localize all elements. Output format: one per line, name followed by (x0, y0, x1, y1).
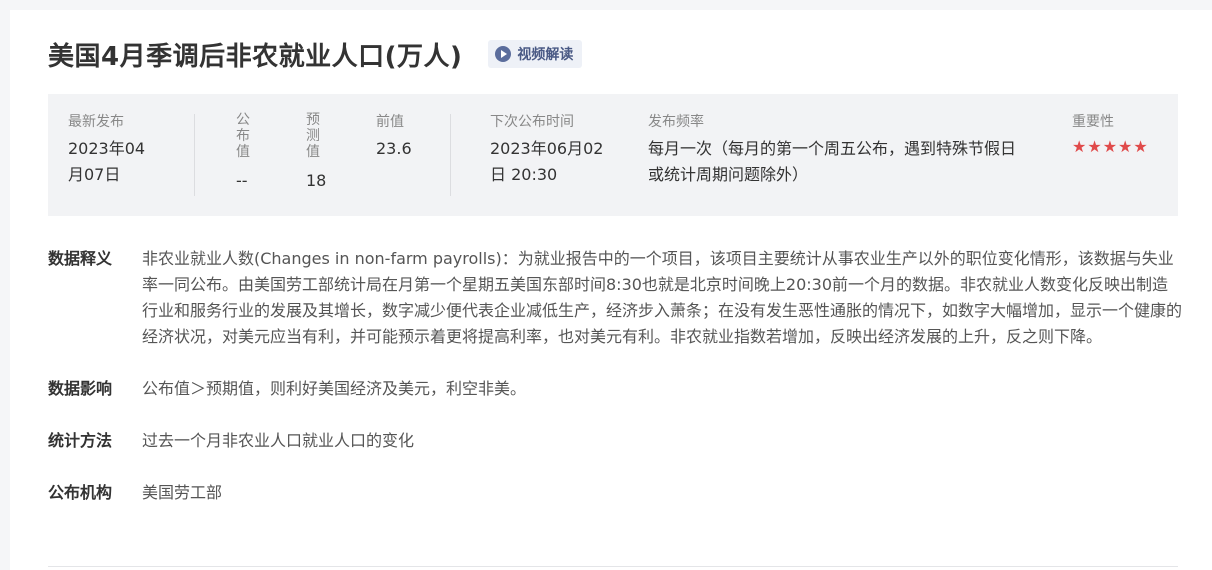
previous-value-block: 前值 23.6 (376, 112, 412, 162)
detail-agency: 公布机构 美国劳工部 (48, 480, 1184, 506)
detail-value: 美国劳工部 (142, 483, 223, 502)
divider (450, 114, 451, 196)
actual-value-label: 公布值 (236, 112, 250, 160)
importance-star-icons: ★★★★★ (1072, 137, 1149, 156)
video-interpretation-button[interactable]: 视频解读 (488, 40, 583, 68)
detail-value: 公布值＞预期值，则利好美国经济及美元，利空非美。 (142, 379, 527, 398)
divider (194, 114, 195, 196)
importance: 重要性 ★★★★★ (1072, 112, 1172, 156)
detail-key: 数据释义 (48, 249, 113, 268)
next-release-label: 下次公布时间 (490, 114, 574, 130)
actual-value: -- (236, 171, 248, 190)
previous-value: 23.6 (376, 139, 412, 158)
latest-release-value: 2023年04月07日 (68, 139, 146, 184)
forecast-value-block: 预测值 18 (306, 112, 326, 194)
title-row: 美国4月季调后非农就业人口(万人) 视频解读 (48, 36, 583, 72)
detail-definition: 数据释义 非农业就业人数(Changes in non-farm payroll… (48, 246, 1184, 350)
previous-value-label: 前值 (376, 114, 404, 130)
detail-key: 数据影响 (48, 379, 113, 398)
release-frequency-value: 每月一次（每月的第一个周五公布，遇到特殊节假日或统计周期问题除外） (648, 139, 1017, 184)
info-summary: 最新发布 2023年04月07日 公布值 -- 预测值 18 前值 23.6 下… (48, 94, 1178, 216)
play-icon (495, 46, 512, 62)
latest-release: 最新发布 2023年04月07日 (68, 112, 158, 188)
actual-value-block: 公布值 -- (236, 112, 252, 194)
indicator-card: 美国4月季调后非农就业人口(万人) 视频解读 最新发布 2023年04月07日 … (10, 10, 1212, 570)
bottom-divider (48, 566, 1178, 567)
detail-key: 公布机构 (48, 483, 113, 502)
release-frequency: 发布频率 每月一次（每月的第一个周五公布，遇到特殊节假日或统计周期问题除外） (648, 112, 1028, 188)
detail-key: 统计方法 (48, 431, 113, 450)
detail-impact: 数据影响 公布值＞预期值，则利好美国经济及美元，利空非美。 (48, 376, 1184, 402)
forecast-value: 18 (306, 171, 327, 190)
detail-method: 统计方法 过去一个月非农业人口就业人口的变化 (48, 428, 1184, 454)
release-frequency-label: 发布频率 (648, 114, 704, 130)
next-release-value: 2023年06月02日 20:30 (490, 139, 604, 184)
forecast-value-label: 预测值 (306, 112, 320, 160)
detail-value: 过去一个月非农业人口就业人口的变化 (142, 431, 415, 450)
next-release: 下次公布时间 2023年06月02日 20:30 (490, 112, 610, 188)
detail-value: 非农业就业人数(Changes in non-farm payrolls)：为就… (142, 249, 1183, 346)
video-interpretation-label: 视频解读 (517, 47, 574, 63)
page-title: 美国4月季调后非农就业人口(万人) (48, 41, 463, 72)
importance-label: 重要性 (1072, 114, 1114, 130)
details-list: 数据释义 非农业就业人数(Changes in non-farm payroll… (48, 246, 1184, 532)
latest-release-label: 最新发布 (68, 114, 124, 130)
